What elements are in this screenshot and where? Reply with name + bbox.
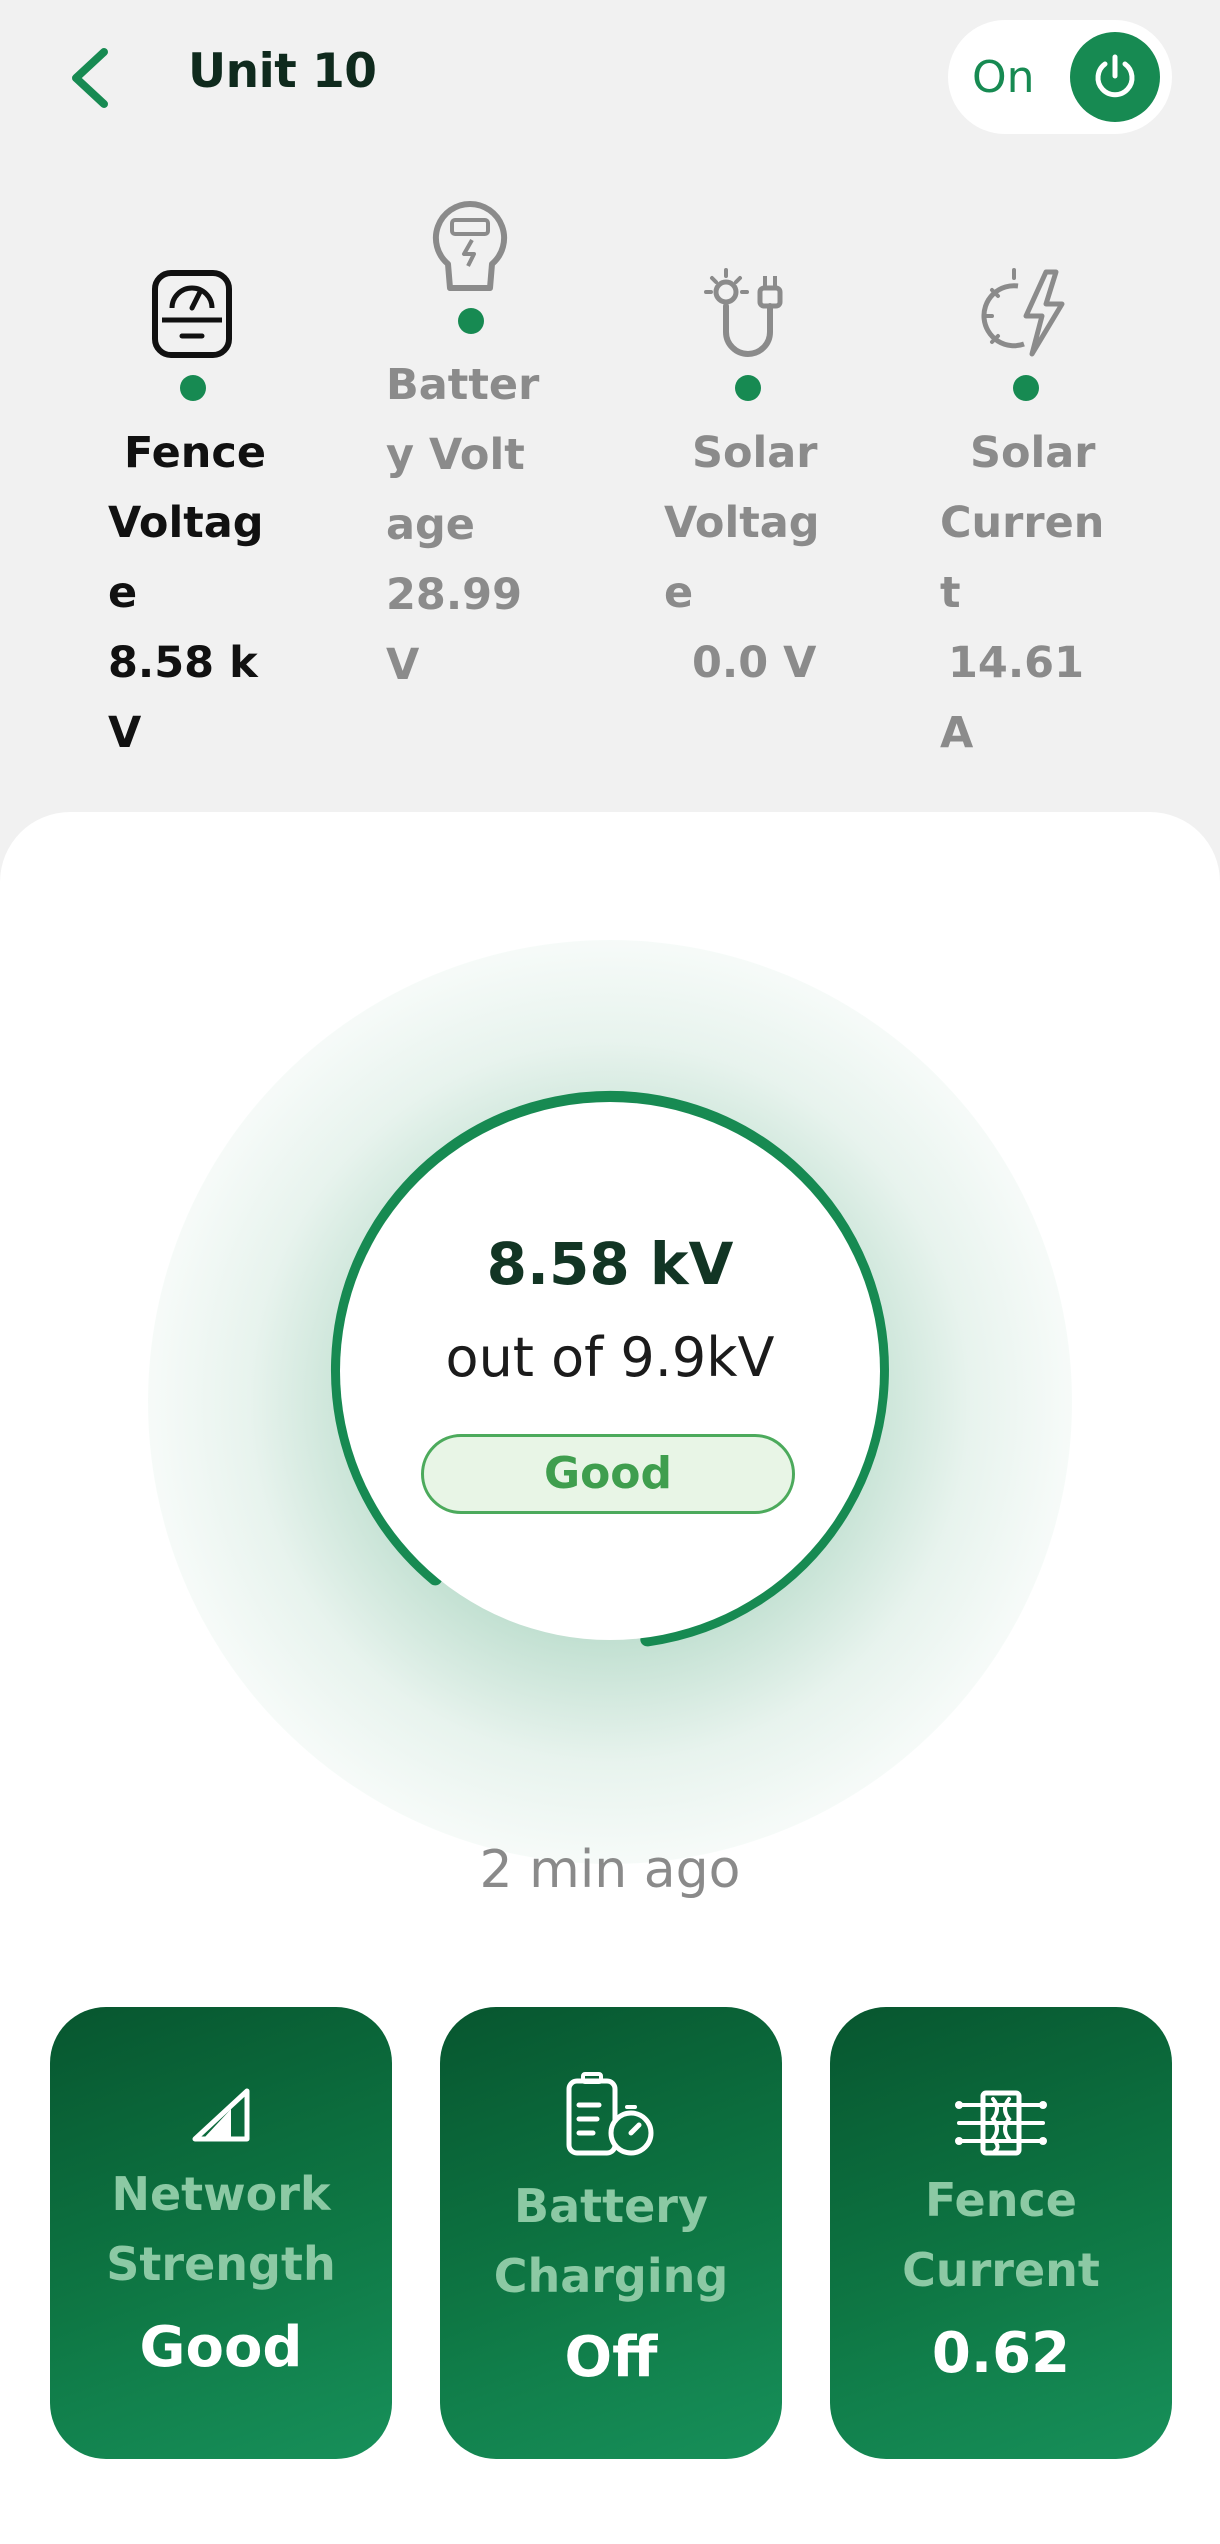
fence-circuit-icon (830, 2085, 1172, 2165)
power-icon (1070, 32, 1160, 122)
fence-voltage-status-dot (180, 375, 206, 401)
metric-solar-current[interactable]: Solar Current 14.61 A (940, 418, 1110, 768)
gauge-max-text: out of 9.9kV (445, 1326, 775, 1389)
tile-value: 0.62 (931, 2321, 1071, 2386)
tile-label: Network Strength (106, 2167, 336, 2291)
page-title: Unit 10 (188, 44, 377, 99)
tile-label: Battery Charging (493, 2179, 729, 2303)
power-toggle[interactable]: On (948, 20, 1172, 134)
chevron-left-icon (62, 48, 122, 122)
tile-battery-charging[interactable]: Battery Charging Off (440, 2007, 782, 2459)
status-badge: Good (421, 1434, 795, 1514)
metric-value: 14.61 A (940, 638, 1085, 758)
metric-battery-voltage[interactable]: Battery Voltage 28.99 V (386, 350, 546, 700)
tile-fence-current[interactable]: Fence Current 0.62 (830, 2007, 1172, 2459)
metric-fence-voltage[interactable]: Fence Voltage 8.58 kV (108, 418, 278, 768)
tile-value: Good (139, 2315, 303, 2380)
tile-value: Off (564, 2325, 658, 2390)
tile-label: Fence Current (902, 2173, 1100, 2297)
last-updated: 2 min ago (479, 1840, 741, 1900)
metric-label: Solar Current (940, 428, 1105, 618)
power-toggle-label: On (972, 52, 1035, 103)
metric-label: Fence Voltage (108, 428, 267, 618)
solar-voltage-status-dot (735, 375, 761, 401)
voltmeter-icon (150, 268, 234, 364)
battery-timer-icon (440, 2071, 782, 2165)
solar-plug-icon (702, 266, 796, 366)
tile-network-strength[interactable]: Network Strength Good (50, 2007, 392, 2459)
gauge-value: 8.58 kV (486, 1230, 734, 1298)
metric-value: 8.58 kV (108, 638, 258, 758)
metric-solar-voltage[interactable]: Solar Voltage 0.0 V (664, 418, 824, 698)
battery-voltage-status-dot (458, 308, 484, 334)
solar-current-status-dot (1013, 375, 1039, 401)
metric-label: Battery Voltage (386, 360, 540, 550)
signal-icon (50, 2087, 392, 2147)
solar-lightning-icon (978, 266, 1074, 366)
back-button[interactable] (62, 38, 122, 118)
metric-value: 28.99 V (386, 570, 523, 690)
metric-value: 0.0 V (692, 638, 817, 688)
metric-label: Solar Voltage (664, 428, 820, 618)
battery-meter-icon (430, 200, 510, 300)
